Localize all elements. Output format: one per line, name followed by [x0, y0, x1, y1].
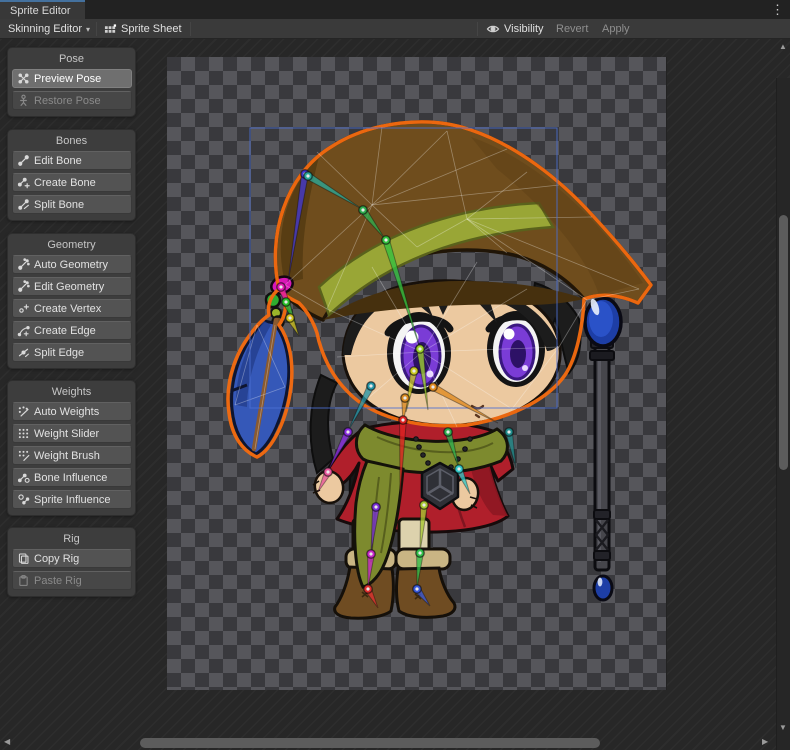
visibility-label: Visibility	[504, 23, 544, 35]
split-bone-icon	[17, 198, 30, 211]
panel-weights: Weights Auto Weights Weight Slider Weigh…	[7, 380, 136, 516]
visibility-toggle[interactable]: Visibility	[486, 19, 544, 39]
mode-dropdown[interactable]: Skinning Editor ▾	[8, 19, 90, 39]
tab-strip: Sprite Editor ⋮	[0, 0, 790, 19]
panel-title: Weights	[12, 386, 131, 398]
panel-bones: Bones Edit Bone Create Bone Split Bone	[7, 129, 136, 221]
bone-influence-icon	[17, 471, 30, 484]
auto-geometry-icon	[17, 258, 30, 271]
create-bone-button[interactable]: Create Bone	[12, 173, 132, 192]
split-bone-button[interactable]: Split Bone	[12, 195, 132, 214]
edit-bone-icon	[17, 154, 30, 167]
edit-bone-button[interactable]: Edit Bone	[12, 151, 132, 170]
create-edge-icon	[17, 324, 30, 337]
sprite-sheet-label: Sprite Sheet	[121, 23, 182, 35]
canvas-scene	[167, 57, 667, 690]
create-vertex-icon	[17, 302, 30, 315]
toolbar-separator	[190, 22, 191, 36]
copy-rig-button[interactable]: Copy Rig	[12, 549, 132, 568]
panel-title: Pose	[12, 53, 131, 65]
eye-icon	[486, 23, 500, 35]
sprite-sheet-icon	[104, 23, 117, 36]
staff-sprite[interactable]	[585, 298, 621, 600]
sprite-influence-button[interactable]: Sprite Influence	[12, 490, 132, 509]
panel-pose: Pose Preview Pose Restore Pose	[7, 47, 136, 117]
scroll-up-arrow[interactable]: ▲	[779, 43, 787, 51]
sprite-sheet-button[interactable]: Sprite Sheet	[104, 19, 182, 39]
tab-sprite-editor[interactable]: Sprite Editor	[0, 0, 85, 19]
auto-weights-button[interactable]: Auto Weights	[12, 402, 132, 421]
window-menu-button[interactable]: ⋮	[771, 0, 784, 19]
apply-button[interactable]: Apply	[602, 19, 630, 39]
auto-weights-icon	[17, 405, 30, 418]
pose-bones-icon	[17, 72, 30, 85]
toolbar-separator	[477, 22, 478, 36]
auto-geometry-button[interactable]: Auto Geometry	[12, 255, 132, 274]
kebab-menu-icon: ⋮	[771, 2, 784, 18]
panel-geometry: Geometry Auto Geometry Edit Geometry Cre…	[7, 233, 136, 369]
apply-label: Apply	[602, 23, 630, 35]
split-edge-icon	[17, 346, 30, 359]
edit-geometry-icon	[17, 280, 30, 293]
create-bone-icon	[17, 176, 30, 189]
mode-dropdown-label: Skinning Editor	[8, 23, 82, 35]
toolbar: Skinning Editor ▾ Sprite Sheet Visibilit…	[0, 19, 790, 39]
copy-rig-icon	[17, 552, 30, 565]
split-edge-button[interactable]: Split Edge	[12, 343, 132, 362]
panel-title: Bones	[12, 135, 131, 147]
scroll-left-arrow[interactable]: ◀	[4, 738, 10, 746]
chevron-down-icon: ▾	[86, 25, 90, 34]
panel-title: Geometry	[12, 239, 131, 251]
edit-geometry-button[interactable]: Edit Geometry	[12, 277, 132, 296]
vertical-scrollbar-thumb[interactable]	[779, 215, 788, 470]
character-sprite[interactable]	[231, 122, 651, 618]
revert-button[interactable]: Revert	[556, 19, 588, 39]
panel-rig: Rig Copy Rig Paste Rig	[7, 527, 136, 597]
weight-slider-icon	[17, 427, 30, 440]
boot-right	[397, 568, 455, 617]
weight-slider-button[interactable]: Weight Slider	[12, 424, 132, 443]
create-edge-button[interactable]: Create Edge	[12, 321, 132, 340]
panel-title: Rig	[12, 533, 131, 545]
revert-label: Revert	[556, 23, 588, 35]
toolbar-separator	[96, 22, 97, 36]
paste-rig-icon	[17, 574, 30, 587]
paste-rig-button[interactable]: Paste Rig	[12, 571, 132, 590]
scroll-down-arrow[interactable]: ▼	[779, 724, 787, 732]
restore-pose-button[interactable]: Restore Pose	[12, 91, 132, 110]
create-vertex-button[interactable]: Create Vertex	[12, 299, 132, 318]
bone-influence-button[interactable]: Bone Influence	[12, 468, 132, 487]
horizontal-scrollbar-thumb[interactable]	[140, 738, 600, 748]
restore-pose-person-icon	[17, 94, 30, 107]
weight-brush-button[interactable]: Weight Brush	[12, 446, 132, 465]
preview-pose-button[interactable]: Preview Pose	[12, 69, 132, 88]
sprite-canvas[interactable]	[167, 57, 667, 690]
scroll-right-arrow[interactable]: ▶	[762, 738, 768, 746]
tab-title: Sprite Editor	[10, 5, 71, 17]
weight-brush-icon	[17, 449, 30, 462]
sprite-editor-window: Sprite Editor ⋮ Skinning Editor ▾ Sprite…	[0, 0, 790, 750]
sprite-influence-icon	[17, 493, 30, 506]
